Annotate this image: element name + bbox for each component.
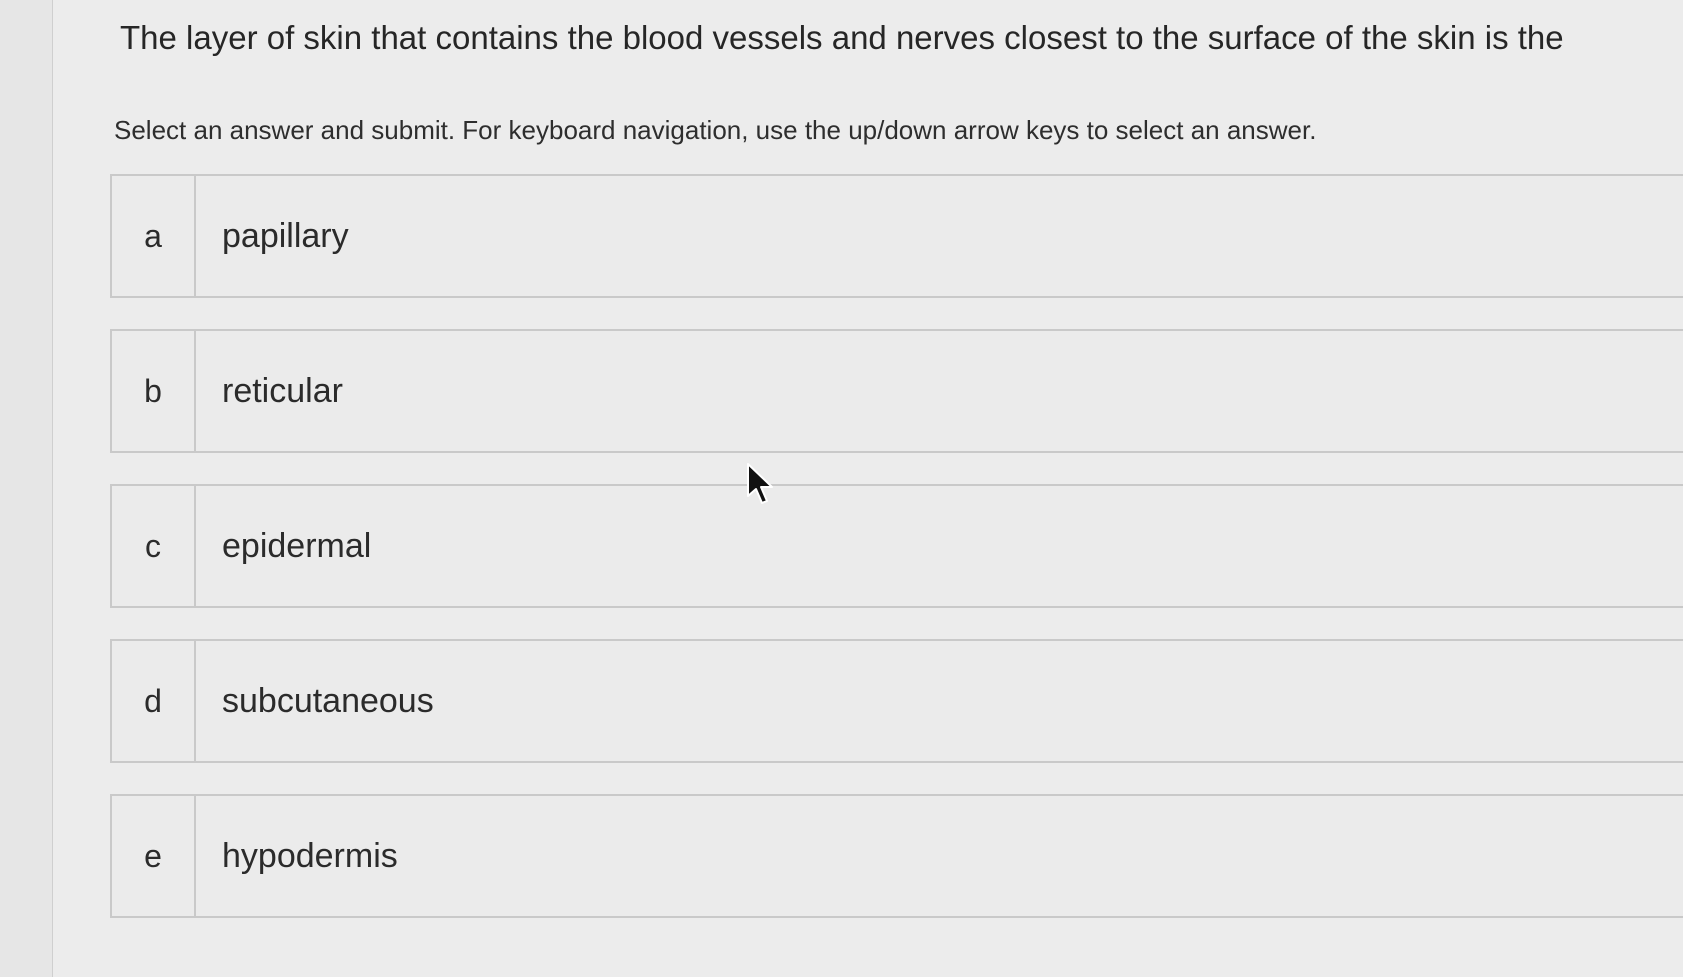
option-letter: d <box>112 641 196 761</box>
answer-option-d[interactable]: d subcutaneous <box>110 639 1683 763</box>
question-prompt: The layer of skin that contains the bloo… <box>120 19 1564 56</box>
left-margin <box>0 0 53 977</box>
option-letter: c <box>112 486 196 606</box>
answer-option-c[interactable]: c epidermal <box>110 484 1683 608</box>
option-letter: a <box>112 176 196 296</box>
answer-instructions: Select an answer and submit. For keyboar… <box>114 115 1317 145</box>
answer-options-list: a papillary b reticular c epidermal d su… <box>110 174 1683 949</box>
answer-option-e[interactable]: e hypodermis <box>110 794 1683 918</box>
option-label: epidermal <box>222 526 372 565</box>
option-letter: e <box>112 796 196 916</box>
answer-option-b[interactable]: b reticular <box>110 329 1683 453</box>
mouse-pointer-icon <box>747 463 773 504</box>
option-label: subcutaneous <box>222 681 434 720</box>
option-label: hypodermis <box>222 836 398 875</box>
option-label: papillary <box>222 216 349 255</box>
answer-option-a[interactable]: a papillary <box>110 174 1683 298</box>
option-letter: b <box>112 331 196 451</box>
option-label: reticular <box>222 371 343 410</box>
